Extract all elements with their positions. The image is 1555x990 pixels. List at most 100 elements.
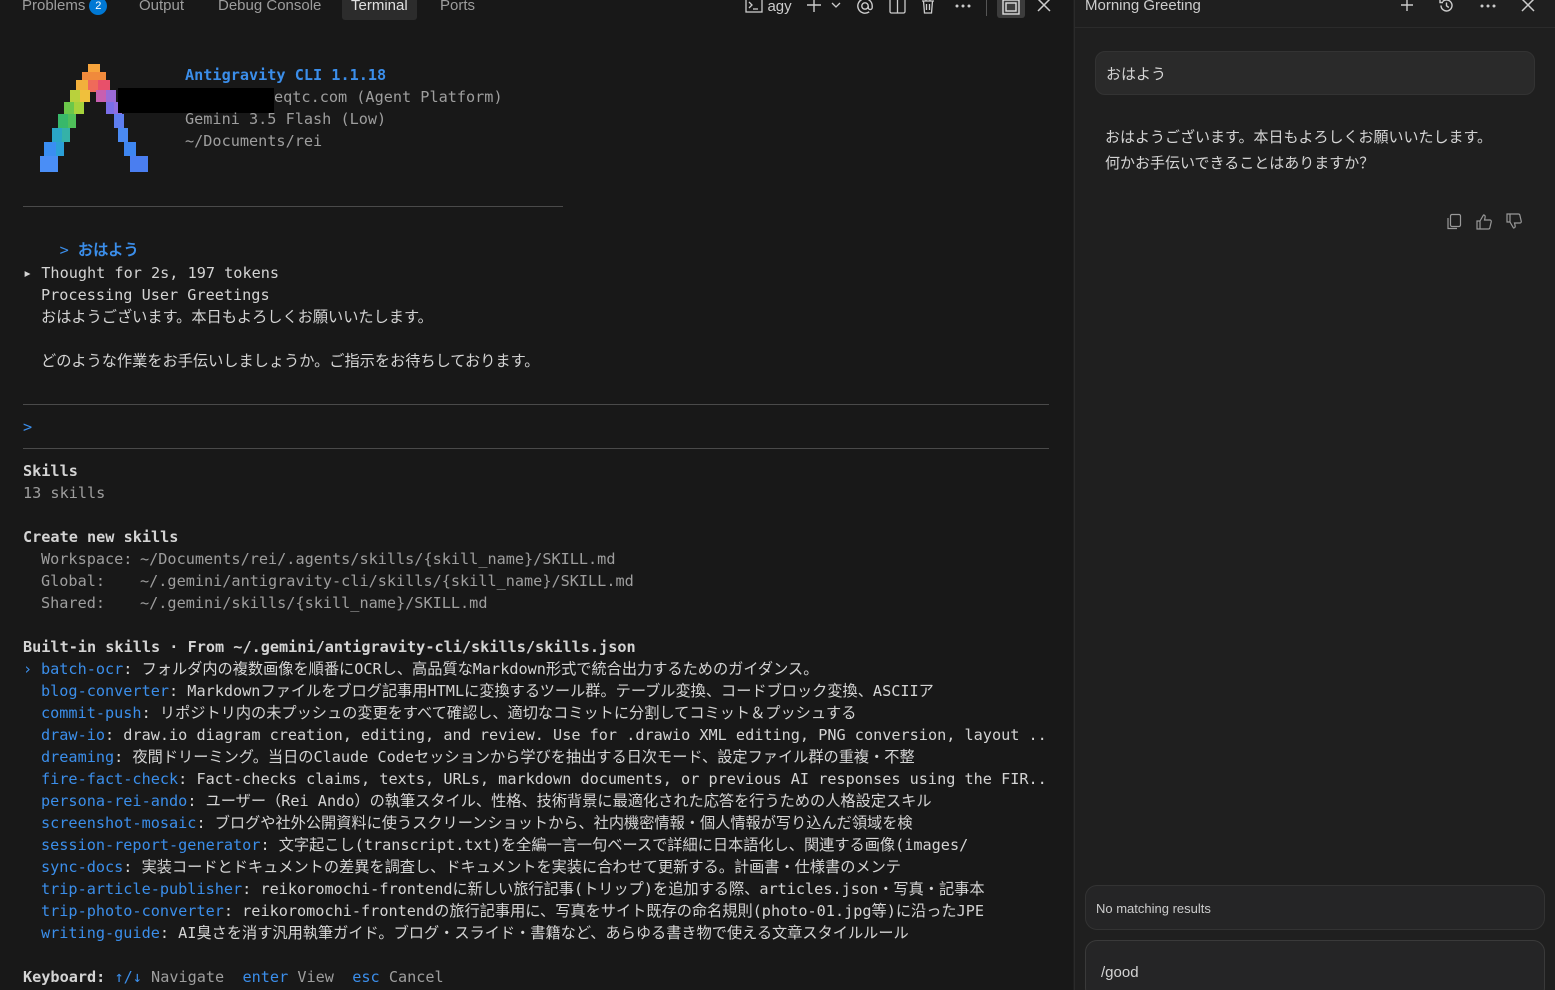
skills-title: Skills: [23, 462, 78, 480]
terminal-more-button[interactable]: [954, 0, 972, 19]
thought-summary[interactable]: ▸ Thought for 2s, 197 tokens: [23, 262, 279, 284]
skill-desc: : reikoromochi-frontendに新しい旅行記事(トリップ)を追加…: [242, 880, 985, 898]
thumbs-down-button[interactable]: [1505, 213, 1523, 231]
skill-name: trip-article-publisher: [41, 880, 243, 898]
skill-item[interactable]: fire-fact-check: Fact-checks claims, tex…: [41, 768, 1049, 790]
problems-count-badge: 2: [89, 0, 108, 15]
split-icon: [889, 0, 906, 14]
skill-name: persona-rei-ando: [41, 792, 188, 810]
skill-desc: : draw.io diagram creation, editing, and…: [105, 726, 1049, 744]
split-terminal-button[interactable]: [889, 0, 906, 20]
selection-indicator: ›: [23, 660, 33, 678]
more-icon: [955, 4, 971, 8]
terminal-icon: [745, 0, 763, 13]
skill-desc: : ユーザー（Rei Ando）の執筆スタイル、性格、技術背景に最適化された応答…: [187, 792, 932, 810]
antigravity-logo: [40, 64, 148, 172]
model-info: Gemini 3.5 Flash (Low): [185, 110, 387, 128]
workspace-label: Workspace:: [41, 550, 133, 568]
command-suggestions-empty: No matching results: [1085, 885, 1545, 930]
skill-name: screenshot-mosaic: [41, 814, 197, 832]
chat-header: Morning Greeting: [1075, 0, 1555, 28]
skill-name: batch-ocr: [41, 660, 124, 678]
skill-item[interactable]: trip-article-publisher: reikoromochi-fro…: [41, 878, 1049, 900]
skill-name: commit-push: [41, 704, 142, 722]
skill-name: fire-fact-check: [41, 770, 179, 788]
skill-item[interactable]: sync-docs: 実装コードとドキュメントの差異を調査し、ドキュメントを実装…: [41, 856, 1049, 878]
new-terminal-button[interactable]: [806, 0, 822, 19]
skill-item[interactable]: commit-push: リポジトリ内の未プッシュの変更をすべて確認し、適切なコ…: [41, 702, 1049, 724]
reply-line-1: おはようございます。本日もよろしくお願いいたします。: [41, 308, 433, 326]
mention-button[interactable]: [856, 0, 874, 21]
plus-icon: [807, 0, 821, 12]
close-panel-button[interactable]: [1036, 0, 1052, 19]
skill-desc: : Markdownファイルをブログ記事用HTMLに変換するツール群。テーブル変…: [169, 682, 934, 700]
builtin-skills-title: Built-in skills · From ~/.gemini/antigra…: [23, 638, 636, 656]
copy-button[interactable]: [1446, 213, 1464, 231]
terminal-profile-button[interactable]: agy: [745, 0, 792, 17]
skill-desc: : Fact-checks claims, texts, URLs, markd…: [178, 770, 1049, 788]
chat-history-button[interactable]: [1438, 0, 1455, 19]
tab-terminal[interactable]: Terminal: [342, 0, 417, 20]
enter-action: View: [297, 968, 334, 986]
skill-desc: : ブログや社外公開資料に使うスクリーンショットから、社内機密情報・個人情報が写…: [196, 814, 913, 832]
thumbs-up-button[interactable]: [1475, 213, 1493, 231]
maximize-icon: [1002, 0, 1020, 15]
panel-tab-bar: Problems 2 Output Debug Console Terminal …: [0, 0, 1073, 20]
skill-name: writing-guide: [41, 924, 160, 942]
skill-desc: : AI臭さを消す汎用執筆ガイド。ブログ・スライド・書籍など、あらゆる書き物で使…: [159, 924, 909, 942]
skill-item[interactable]: session-report-generator: 文字起こし(transcri…: [41, 834, 1049, 856]
copy-icon: [1447, 213, 1462, 230]
user-message-bubble: おはよう: [1095, 51, 1535, 95]
prompt-symbol: >: [59, 241, 69, 259]
skill-item[interactable]: batch-ocr: フォルダ内の複数画像を順番にOCRし、高品質なMarkdo…: [41, 658, 1049, 680]
skill-name: dreaming: [41, 748, 115, 766]
shared-label: Shared:: [41, 594, 106, 612]
skills-count: 13 skills: [23, 484, 106, 502]
tab-debug-console[interactable]: Debug Console: [218, 0, 321, 20]
maximize-panel-button[interactable]: [997, 0, 1025, 18]
at-icon: [857, 0, 873, 14]
skill-item[interactable]: screenshot-mosaic: ブログや社外公開資料に使うスクリーンショッ…: [41, 812, 1049, 834]
skill-item[interactable]: persona-rei-ando: ユーザー（Rei Ando）の執筆スタイル、…: [41, 790, 1049, 812]
terminal-input-prompt[interactable]: >: [23, 416, 32, 438]
toolbar-divider: [986, 0, 987, 16]
thumbs-up-icon: [1476, 214, 1492, 230]
input-divider-top: [23, 404, 1049, 405]
shared-path: ~/.gemini/skills/{skill_name}/SKILL.md: [140, 594, 488, 612]
skill-item[interactable]: trip-photo-converter: reikoromochi-front…: [41, 900, 1049, 922]
terminal-profile-name: agy: [767, 0, 792, 15]
chat-panel: Morning Greeting おはよう おはようございます。本日もよろしくお…: [1074, 0, 1555, 990]
kill-terminal-button[interactable]: [920, 0, 936, 20]
skill-item[interactable]: blog-converter: Markdownファイルをブログ記事用HTMLに…: [41, 680, 1049, 702]
input-divider-bottom: [23, 448, 1049, 449]
chat-close-button[interactable]: [1520, 0, 1536, 18]
skill-item[interactable]: writing-guide: AI臭さを消す汎用執筆ガイド。ブログ・スライド・書…: [41, 922, 1049, 944]
header-divider: [23, 206, 563, 207]
task-title: Processing User Greetings: [41, 286, 270, 304]
thumbs-down-icon: [1506, 213, 1522, 229]
chat-more-button[interactable]: [1479, 0, 1497, 18]
skill-item[interactable]: draw-io: draw.io diagram creation, editi…: [41, 724, 1049, 746]
workspace-path: ~/Documents/rei/.agents/skills/{skill_na…: [140, 550, 616, 568]
terminal-dropdown-button[interactable]: [830, 0, 842, 19]
skill-desc: : リポジトリ内の未プッシュの変更をすべて確認し、適切なコミットに分割してコミッ…: [141, 704, 857, 722]
skill-name: session-report-generator: [41, 836, 261, 854]
app-name: Antigravity CLI 1.1.18: [185, 66, 387, 84]
tab-output[interactable]: Output: [139, 0, 184, 20]
skill-item[interactable]: dreaming: 夜間ドリーミング。当日のClaude Codeセッションから…: [41, 746, 1049, 768]
account-info: eqtc.com (Agent Platform): [274, 88, 503, 106]
chat-input[interactable]: /good: [1085, 940, 1545, 990]
new-chat-button[interactable]: [1399, 0, 1415, 18]
tab-ports[interactable]: Ports: [440, 0, 475, 20]
keyboard-help: Keyboard: ↑/↓ Navigate enter View esc Ca…: [23, 966, 444, 988]
skill-desc: : フォルダ内の複数画像を順番にOCRし、高品質なMarkdown形式で統合出力…: [123, 660, 819, 678]
global-label: Global:: [41, 572, 106, 590]
chevron-down-icon: [831, 2, 841, 8]
nav-action: Navigate: [151, 968, 225, 986]
skill-name: blog-converter: [41, 682, 170, 700]
skill-name: sync-docs: [41, 858, 124, 876]
tab-problems[interactable]: Problems 2: [22, 0, 108, 20]
terminal-panel: Problems 2 Output Debug Console Terminal …: [0, 0, 1073, 990]
plus-icon: [1401, 0, 1413, 11]
esc-action: Cancel: [388, 968, 444, 986]
